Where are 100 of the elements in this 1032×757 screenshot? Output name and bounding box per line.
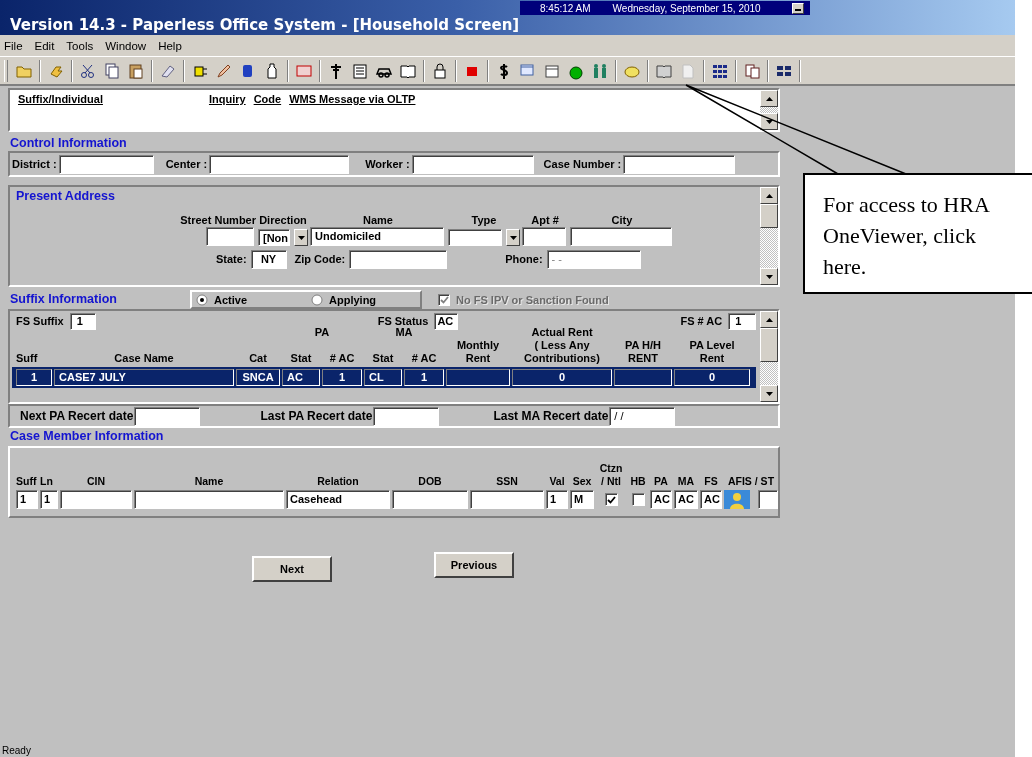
table-cell[interactable] xyxy=(470,490,544,509)
section-heading: Control Information xyxy=(10,136,127,151)
copy-icon[interactable] xyxy=(103,61,121,80)
nav-button[interactable]: Next xyxy=(252,556,332,582)
input-field[interactable] xyxy=(411,155,534,174)
column-header: Ln xyxy=(40,475,54,488)
table-cell[interactable] xyxy=(134,490,284,509)
input-field[interactable] xyxy=(522,227,566,246)
clock-date: Wednesday, September 15, 2010 xyxy=(612,2,761,14)
column-header: Val xyxy=(548,475,566,488)
scroll-thumb[interactable] xyxy=(760,204,778,228)
date-field[interactable] xyxy=(134,406,201,426)
column-header: Relation xyxy=(316,475,360,488)
input-field[interactable] xyxy=(58,155,154,174)
direction-field[interactable]: [Non xyxy=(258,229,290,246)
scroll-down-button[interactable] xyxy=(760,268,778,285)
radio-icon[interactable] xyxy=(196,293,208,306)
status-text: Ready xyxy=(2,745,31,756)
radio-icon[interactable] xyxy=(311,293,324,306)
table-cell: 1 xyxy=(404,369,444,386)
dropdown-button[interactable] xyxy=(294,229,308,246)
scroll-up-button[interactable] xyxy=(760,187,778,204)
column-header: Cat xyxy=(248,352,268,365)
radio-option[interactable]: Active xyxy=(196,293,248,306)
column-header: PA Level Rent xyxy=(688,339,736,365)
scroll-down-button[interactable] xyxy=(760,385,779,402)
header-link[interactable]: Inquiry xyxy=(208,93,246,105)
minimize-button[interactable] xyxy=(792,2,804,14)
column-header: PA xyxy=(653,475,669,488)
input-field[interactable] xyxy=(209,155,350,174)
table-cell[interactable] xyxy=(392,490,468,509)
scrollbar[interactable] xyxy=(760,90,778,130)
up-triangle-icon xyxy=(765,193,773,198)
input-field[interactable] xyxy=(570,227,672,246)
column-header: Stat xyxy=(371,352,395,365)
table-cell[interactable]: 1 xyxy=(16,490,38,509)
input-field[interactable]: - - xyxy=(546,250,641,269)
column-header: Monthly Rent xyxy=(455,339,501,365)
column-header: Actual Rent ( Less Any Contributions) xyxy=(523,326,601,365)
clipboard-icon[interactable] xyxy=(127,61,145,80)
table-cell: AC xyxy=(282,369,320,386)
checkbox[interactable] xyxy=(604,493,618,506)
table-cell[interactable] xyxy=(758,490,778,509)
scrollbar[interactable] xyxy=(760,187,778,285)
column-header: Suff xyxy=(16,352,39,365)
menu-item[interactable]: Edit xyxy=(34,39,55,52)
down-triangle-icon xyxy=(297,235,305,240)
field-label: Phone: xyxy=(505,253,543,266)
date-field[interactable] xyxy=(373,406,440,426)
input-field[interactable]: 1 xyxy=(69,313,96,330)
up-triangle-icon xyxy=(765,96,773,101)
date-field[interactable]: / / xyxy=(609,406,676,426)
table-cell[interactable]: AC xyxy=(674,490,698,509)
section-heading: Present Address xyxy=(16,189,116,204)
type-field[interactable] xyxy=(448,229,502,246)
table-cell[interactable]: AC xyxy=(700,490,722,509)
table-cell[interactable]: 1 xyxy=(40,490,58,509)
table-cell[interactable]: AC xyxy=(650,490,672,509)
table-cell[interactable] xyxy=(60,490,132,509)
input-field[interactable]: Undomiciled xyxy=(310,227,444,246)
table-cell[interactable]: Casehead xyxy=(286,490,390,509)
input-field[interactable]: 1 xyxy=(728,313,757,330)
nav-button[interactable]: Previous xyxy=(434,552,514,578)
column-label: Name xyxy=(362,214,394,227)
up-triangle-icon xyxy=(765,317,773,322)
scroll-up-button[interactable] xyxy=(760,90,778,107)
header-link[interactable]: Suffix/Individual xyxy=(18,93,103,105)
lock-icon[interactable] xyxy=(431,61,449,80)
table-cell[interactable]: 1 xyxy=(546,490,568,509)
table-cell[interactable]: M xyxy=(570,490,594,509)
menu-item[interactable]: Tools xyxy=(66,39,94,52)
scrollbar[interactable] xyxy=(760,311,779,402)
header-link[interactable]: WMS Message via OLTP xyxy=(289,93,416,105)
input-field[interactable] xyxy=(349,250,448,269)
table-row[interactable]: 1 CASE7 JULY SNCA AC 1 CL 1 0 0 xyxy=(12,367,757,388)
input-field[interactable]: NY xyxy=(250,250,287,269)
field-label: FS Status xyxy=(377,315,429,328)
input-field[interactable]: AC xyxy=(434,313,459,330)
radio-option[interactable]: Applying xyxy=(311,293,377,306)
input-field[interactable] xyxy=(623,155,736,174)
header-link[interactable]: Code xyxy=(253,93,282,105)
column-label: City xyxy=(610,214,634,227)
callout-text: For access to HRA OneViewer, click here. xyxy=(823,191,991,281)
column-header: PA H/H RENT xyxy=(623,339,663,365)
column-label: Direction xyxy=(258,214,308,227)
scroll-up-button[interactable] xyxy=(760,311,779,328)
dropdown-button[interactable] xyxy=(506,229,520,246)
scroll-thumb[interactable] xyxy=(760,328,779,362)
menu-item[interactable]: Help xyxy=(158,39,182,52)
menu-item[interactable]: File xyxy=(4,39,23,52)
table-cell: 1 xyxy=(16,369,52,386)
column-header: SSN xyxy=(495,475,519,488)
column-header: Name xyxy=(193,475,225,488)
input-field[interactable] xyxy=(206,227,254,246)
menu-item[interactable]: Window xyxy=(105,39,147,52)
checkbox[interactable] xyxy=(631,493,645,506)
people-icon[interactable] xyxy=(591,61,609,80)
documents-icon[interactable] xyxy=(743,61,761,80)
window-title: Version 14.3 - Paperless Office System - [Household Screen] xyxy=(10,16,520,34)
column-header: DOB xyxy=(417,475,443,488)
